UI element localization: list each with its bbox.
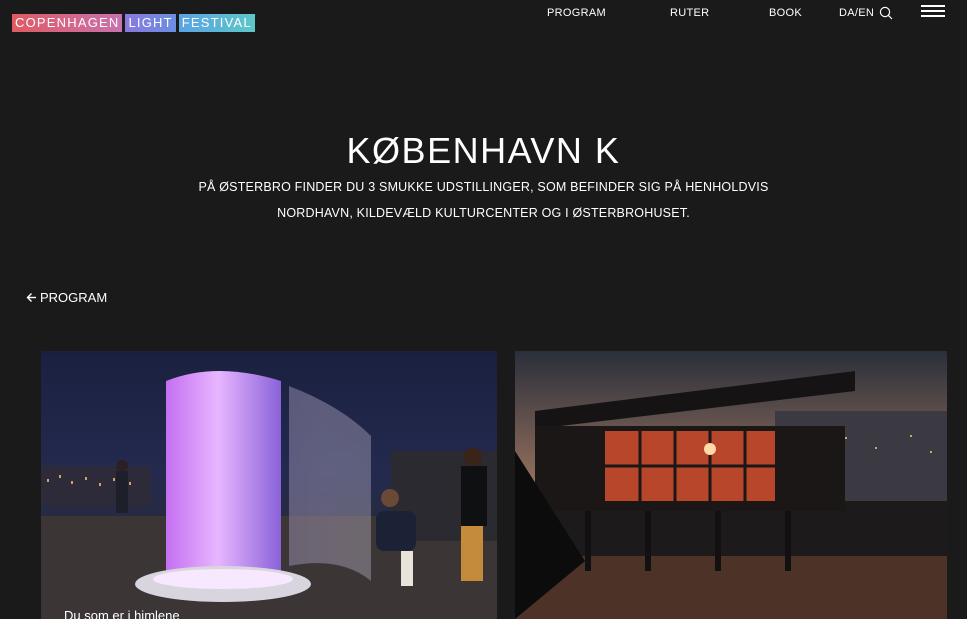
- event-card-2[interactable]: [515, 351, 947, 619]
- back-link-label: PROGRAM: [40, 290, 108, 305]
- nav-book[interactable]: BOOK: [769, 7, 802, 19]
- page-title: KØBENHAVN K: [346, 130, 621, 171]
- event-image-sauna-house: [515, 371, 947, 619]
- intro-line-1: PÅ ØSTERBRO FINDER DU 3 SMUKKE UDSTILLIN…: [198, 180, 769, 194]
- festival-logo[interactable]: COPENHAGEN LIGHT FESTIVAL: [12, 14, 255, 32]
- event-image-light-installation: [41, 371, 497, 619]
- hamburger-menu-icon[interactable]: [921, 5, 945, 19]
- logo-word-copenhagen: COPENHAGEN: [12, 14, 123, 32]
- logo-word-festival: FESTIVAL: [178, 14, 255, 32]
- event-card-1-caption: Du som er i himlene: [64, 608, 180, 619]
- logo-word-light: LIGHT: [125, 14, 176, 32]
- back-to-program-link[interactable]: PROGRAM: [26, 290, 107, 305]
- nav-ruter[interactable]: RUTER: [670, 7, 709, 19]
- nav-program[interactable]: PROGRAM: [547, 7, 606, 19]
- search-icon[interactable]: [879, 6, 893, 20]
- intro-line-2: NORDHAVN, KILDEVÆLD KULTURCENTER OG I ØS…: [277, 206, 690, 220]
- event-card-1[interactable]: Du som er i himlene: [41, 351, 497, 619]
- language-switch[interactable]: DA/EN: [839, 7, 874, 19]
- arrow-left-icon: [26, 293, 36, 302]
- intro-text: PÅ ØSTERBRO FINDER DU 3 SMUKKE UDSTILLIN…: [0, 174, 967, 226]
